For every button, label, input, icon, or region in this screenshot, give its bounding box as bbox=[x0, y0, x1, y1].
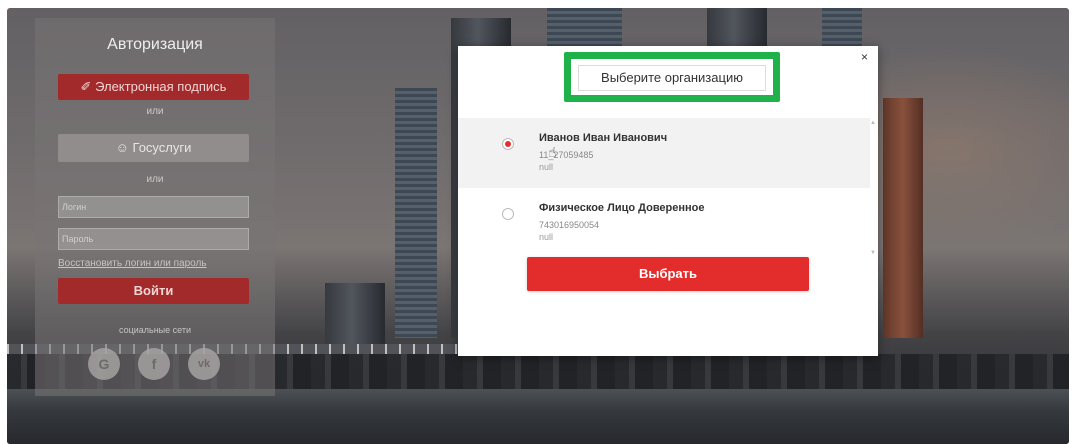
gosuslugi-button[interactable]: ☺ Госуслуги bbox=[58, 134, 249, 162]
or-divider: или bbox=[146, 174, 164, 185]
google-icon[interactable]: G bbox=[88, 348, 120, 380]
esign-button[interactable]: ✐ Электронная подпись bbox=[58, 74, 249, 100]
organization-item[interactable]: Физическое Лицо Доверенное 743016950054 … bbox=[458, 188, 870, 258]
scrollbar[interactable]: ▲ ▼ bbox=[870, 118, 876, 258]
gosuslugi-label: Госуслуги bbox=[132, 140, 192, 155]
gosuslugi-icon: ☺ bbox=[115, 140, 129, 155]
hand-cursor-icon: ☝ bbox=[548, 144, 557, 160]
organization-name: Физическое Лицо Доверенное bbox=[539, 202, 705, 214]
radio-unselected[interactable] bbox=[502, 208, 514, 220]
organization-extra: null bbox=[539, 162, 554, 172]
login-title: Авторизация bbox=[107, 36, 203, 53]
select-organization-modal: × Выберите организацию Иванов Иван Ивано… bbox=[458, 46, 878, 356]
choose-button[interactable]: Выбрать bbox=[527, 257, 809, 291]
organization-item[interactable]: Иванов Иван Иванович 11_27059485 null ☝ bbox=[458, 118, 870, 188]
login-field[interactable]: Логин bbox=[58, 196, 249, 218]
tag-icon: ✐ bbox=[80, 79, 92, 94]
vk-icon[interactable]: vk bbox=[188, 348, 220, 380]
scroll-up-icon[interactable]: ▲ bbox=[870, 120, 876, 126]
organization-name: Иванов Иван Иванович bbox=[539, 132, 668, 144]
radio-selected[interactable] bbox=[502, 138, 514, 150]
esign-label: Электронная подпись bbox=[95, 79, 227, 94]
login-panel: Авторизация ✐ Электронная подпись или ☺ … bbox=[35, 18, 275, 396]
facebook-icon[interactable]: f bbox=[138, 348, 170, 380]
login-button[interactable]: Войти bbox=[58, 278, 249, 304]
modal-title: Выберите организацию bbox=[578, 65, 766, 91]
password-field[interactable]: Пароль bbox=[58, 228, 249, 250]
close-icon[interactable]: × bbox=[861, 50, 868, 64]
title-highlight: Выберите организацию bbox=[564, 52, 780, 102]
scroll-down-icon[interactable]: ▼ bbox=[870, 250, 876, 256]
or-divider: или bbox=[146, 106, 164, 117]
organization-inn: 743016950054 bbox=[539, 220, 600, 230]
social-label: социальные сети bbox=[118, 325, 192, 335]
organization-extra: null bbox=[539, 232, 554, 242]
organization-list[interactable]: Иванов Иван Иванович 11_27059485 null ☝ … bbox=[458, 118, 878, 258]
restore-link[interactable]: Восстановить логин или пароль bbox=[58, 258, 207, 269]
